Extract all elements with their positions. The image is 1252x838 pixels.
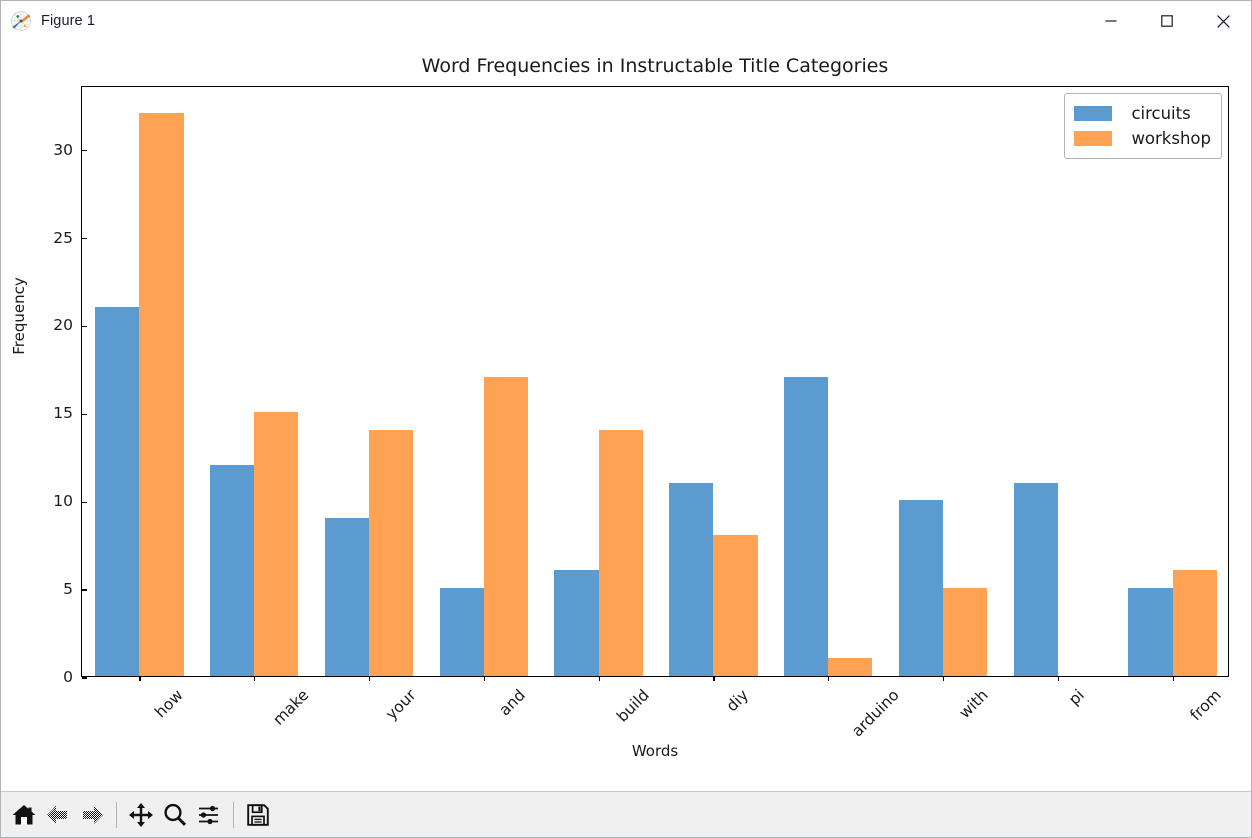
y-tick-mark <box>82 149 87 151</box>
legend-item: workshop <box>1074 126 1211 151</box>
close-button[interactable] <box>1195 1 1251 41</box>
forward-button[interactable] <box>75 798 109 832</box>
y-tick-label: 0 <box>63 668 73 687</box>
bar-circuits-pi <box>1013 482 1058 676</box>
figure-canvas: Word Frequencies in Instructable Title C… <box>1 42 1251 791</box>
y-tick-label: 15 <box>53 404 73 423</box>
matplotlib-icon <box>10 10 32 32</box>
figure-window: Figure 1 Word Frequencies in Instructabl… <box>0 0 1252 838</box>
bar-workshop-how <box>139 113 184 676</box>
minimize-button[interactable] <box>1083 1 1139 41</box>
configure-subplots-button[interactable] <box>192 798 226 832</box>
x-tick-label: with <box>955 686 992 722</box>
toolbar-separator <box>116 801 117 828</box>
y-tick-label: 10 <box>53 492 73 511</box>
bar-workshop-and <box>483 376 528 676</box>
bar-workshop-make <box>254 412 299 676</box>
toolbar-separator <box>233 801 234 828</box>
y-tick-mark <box>82 589 87 591</box>
x-tick-mark <box>598 676 600 681</box>
x-tick-mark <box>828 676 830 681</box>
home-button[interactable] <box>7 798 41 832</box>
x-tick-mark <box>1172 676 1174 681</box>
x-tick-mark <box>369 676 371 681</box>
y-tick-label: 5 <box>63 580 73 599</box>
legend-label-circuits: circuits <box>1131 104 1191 123</box>
x-tick-label: arduino <box>848 686 903 741</box>
y-tick-label: 20 <box>53 316 73 335</box>
y-tick-mark <box>82 237 87 239</box>
legend-swatch-workshop <box>1074 131 1113 146</box>
bar-circuits-your <box>324 517 369 676</box>
y-tick-mark <box>82 501 87 503</box>
y-axis-label: Frequency <box>10 277 28 355</box>
x-tick-mark <box>1057 676 1059 681</box>
window-controls <box>1083 1 1251 41</box>
bar-circuits-arduino <box>784 376 829 676</box>
pan-button[interactable] <box>124 798 158 832</box>
x-tick-label: pi <box>1064 686 1088 709</box>
x-tick-mark <box>943 676 945 681</box>
bar-workshop-with <box>943 588 988 676</box>
bar-workshop-build <box>598 429 643 676</box>
y-tick-mark <box>82 325 87 327</box>
x-tick-mark <box>139 676 141 681</box>
x-tick-label: how <box>151 686 188 722</box>
bar-circuits-diy <box>669 482 714 676</box>
bar-circuits-make <box>210 464 255 676</box>
back-button[interactable] <box>41 798 75 832</box>
plot-area: 0 5 10 15 20 25 30 <box>53 87 1228 685</box>
title-bar: Figure 1 <box>1 1 1251 42</box>
navigation-toolbar <box>1 791 1251 837</box>
y-tick-label: 30 <box>53 140 73 159</box>
y-tick-mark <box>82 677 87 679</box>
bar-workshop-from <box>1172 570 1217 676</box>
window-title: Figure 1 <box>41 13 95 29</box>
x-axis-label: Words <box>631 742 679 760</box>
x-tick-label: from <box>1186 686 1225 725</box>
chart-title: Word Frequencies in Instructable Title C… <box>421 55 889 77</box>
legend-label-workshop: workshop <box>1131 129 1211 148</box>
x-tick-label: and <box>495 686 529 720</box>
x-tick-mark <box>254 676 256 681</box>
chart-legend: circuits workshop <box>1064 93 1222 159</box>
zoom-button[interactable] <box>158 798 192 832</box>
x-tick-label: diy <box>723 686 753 716</box>
bar-circuits-build <box>554 570 599 676</box>
x-tick-mark <box>483 676 485 681</box>
bar-circuits-and <box>439 588 484 676</box>
legend-item: circuits <box>1074 101 1211 126</box>
bar-circuits-with <box>898 500 943 676</box>
x-tick-label: your <box>382 686 420 724</box>
plot-axes: 0 5 10 15 20 25 30 circuits workshop <box>53 86 1229 685</box>
x-tick-mark <box>713 676 715 681</box>
y-tick-mark <box>82 413 87 415</box>
save-button[interactable] <box>241 798 275 832</box>
bar-workshop-arduino <box>828 658 873 676</box>
bar-workshop-your <box>369 429 414 676</box>
x-tick-label: build <box>612 686 653 726</box>
bar-circuits-from <box>1128 588 1173 676</box>
maximize-button[interactable] <box>1139 1 1195 41</box>
x-tick-label: make <box>269 686 313 729</box>
bar-workshop-diy <box>713 535 758 676</box>
y-tick-label: 25 <box>53 228 73 247</box>
bar-circuits-how <box>95 306 140 676</box>
legend-swatch-circuits <box>1074 106 1113 121</box>
